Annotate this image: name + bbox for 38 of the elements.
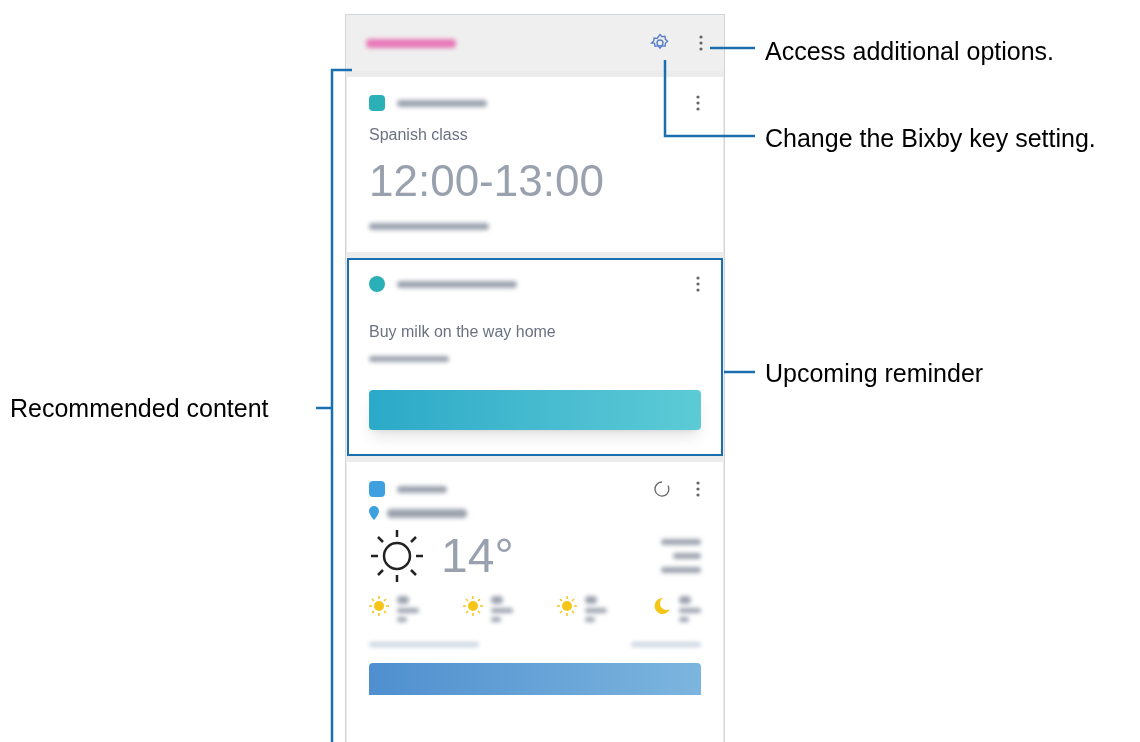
blurred-text	[661, 539, 701, 545]
blurred-text	[491, 596, 503, 604]
event-time: 12:00-13:00	[369, 159, 605, 203]
sun-outline-icon	[369, 528, 425, 584]
blurred-text	[491, 608, 513, 613]
weather-app-icon	[369, 481, 385, 497]
blurred-text	[585, 617, 595, 622]
sun-icon	[369, 596, 389, 616]
blurred-text	[491, 617, 501, 622]
refresh-icon[interactable]	[653, 480, 671, 498]
blurred-text	[661, 567, 701, 573]
event-title: Spanish class	[369, 125, 469, 145]
more-options-icon[interactable]	[698, 35, 704, 51]
blurred-text	[679, 596, 691, 604]
sun-icon	[557, 596, 577, 616]
blurred-text	[397, 485, 447, 493]
blurred-text	[397, 596, 409, 604]
temperature: 14°	[441, 532, 514, 580]
blurred-text	[397, 608, 419, 613]
more-options-icon[interactable]	[695, 481, 701, 497]
blurred-text	[585, 596, 597, 604]
callout-label: Change the Bixby key setting.	[765, 123, 1096, 154]
blurred-text	[679, 617, 689, 622]
callout-label: Access additional options.	[765, 36, 1055, 67]
reminder-title: Buy milk on the way home	[369, 322, 557, 342]
more-options-icon[interactable]	[695, 95, 701, 111]
sun-icon	[463, 596, 483, 616]
blurred-text	[631, 642, 701, 647]
location-pin-icon	[369, 506, 379, 520]
callout-label: Recommended content	[10, 393, 269, 424]
callout-label: Upcoming reminder	[765, 358, 984, 389]
calendar-icon	[369, 95, 385, 111]
blurred-text	[673, 553, 701, 559]
blurred-text	[397, 617, 407, 622]
blurred-text	[679, 608, 701, 613]
blurred-text	[585, 608, 607, 613]
more-options-icon[interactable]	[695, 276, 701, 292]
reminder-icon	[369, 276, 385, 292]
